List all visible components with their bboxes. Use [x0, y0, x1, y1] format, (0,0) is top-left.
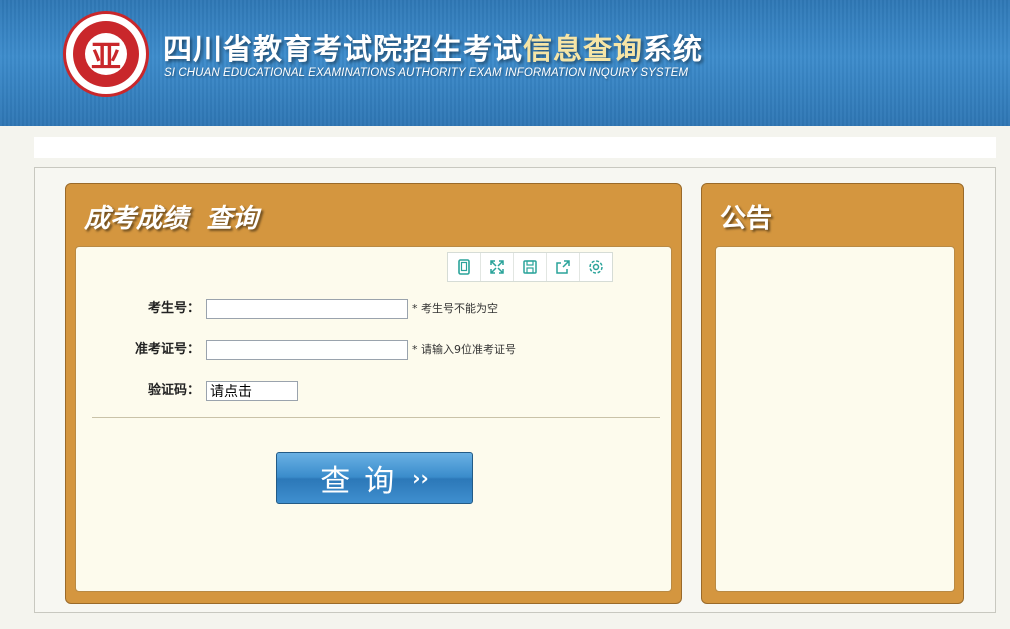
query-button-label: 查询: [320, 464, 409, 499]
query-button[interactable]: 查询 ››: [276, 452, 473, 504]
notice-panel-title: 公告: [720, 204, 773, 234]
settings-icon[interactable]: [580, 253, 612, 281]
notice-panel-body: [715, 246, 955, 592]
site-title-highlight: 信息查询: [523, 32, 644, 66]
tablet-icon[interactable]: [448, 253, 481, 281]
query-panel-title: 成考成绩 查询: [84, 204, 259, 234]
page-toolbar: [447, 252, 613, 282]
site-logo: 亚: [63, 11, 149, 97]
query-panel-body: 考生号： * 考生号不能为空 准考证号： * 请输入9位准考证号 验证码： 查询…: [75, 246, 672, 592]
exam-id-row: 考生号： * 考生号不能为空: [76, 298, 673, 320]
site-header: 亚 四川省教育考试院招生考试信息查询系统 SI CHUAN EDUCATIONA…: [0, 0, 1010, 126]
admission-id-label: 准考证号：: [134, 342, 200, 357]
captcha-input[interactable]: [206, 381, 298, 401]
score-query-panel: 成考成绩 查询 考生号： * 考生号不能为空 准考证号： * 请输入9位准考证号…: [65, 183, 682, 604]
admission-id-input[interactable]: [206, 340, 408, 360]
site-title-prefix: 四川省教育考试院招生考试: [163, 32, 524, 66]
admission-id-row: 准考证号： * 请输入9位准考证号: [76, 339, 673, 361]
form-divider: [92, 417, 660, 418]
fullscreen-icon[interactable]: [481, 253, 514, 281]
logo-ring: 亚: [73, 21, 139, 87]
logo-mark: 亚: [85, 33, 127, 75]
site-subtitle: SI CHUAN EDUCATIONAL EXAMINATIONS AUTHOR…: [164, 67, 689, 79]
site-title-suffix: 系统: [643, 32, 704, 66]
exam-id-hint: * 考生号不能为空: [412, 302, 498, 315]
double-chevron-right-icon: ››: [412, 466, 429, 490]
site-title: 四川省教育考试院招生考试信息查询系统: [163, 26, 703, 68]
exam-id-input[interactable]: [206, 299, 408, 319]
notice-panel: 公告: [701, 183, 964, 604]
captcha-label: 验证码：: [147, 383, 200, 398]
share-icon[interactable]: [547, 253, 580, 281]
save-icon[interactable]: [514, 253, 547, 281]
top-bar: [34, 137, 996, 158]
exam-id-label: 考生号：: [147, 301, 200, 316]
captcha-row: 验证码：: [76, 380, 673, 402]
admission-id-hint: * 请输入9位准考证号: [412, 343, 516, 356]
